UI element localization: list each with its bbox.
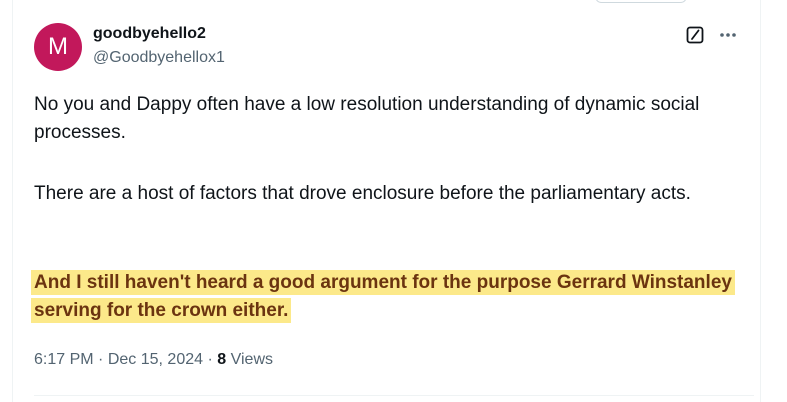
meta-separator: ·	[98, 351, 104, 368]
grok-icon[interactable]	[685, 25, 705, 45]
more-icon[interactable]	[717, 25, 739, 45]
views-label: Views	[230, 351, 273, 368]
meta-separator: ·	[207, 351, 213, 368]
tweet-paragraph-2: There are a host of factors that drove e…	[34, 183, 691, 204]
tweet-meta: 6:17 PM · Dec 15, 2024 · 8 Views	[34, 351, 273, 369]
tweet-paragraph-1: No you and Dappy often have a low resolu…	[34, 94, 700, 143]
display-name[interactable]: goodbyehello2	[93, 25, 206, 43]
avatar[interactable]: M	[34, 23, 82, 71]
views-count[interactable]: 8	[217, 351, 226, 368]
highlighted-text: And I still haven't heard a good argumen…	[31, 270, 735, 323]
header-button-edge[interactable]	[595, 0, 687, 3]
avatar-letter: M	[48, 33, 68, 60]
divider	[34, 395, 754, 396]
user-handle[interactable]: @Goodbyehellox1	[93, 49, 225, 67]
tweet-paragraph-3-block: And I still haven't heard a good argumen…	[31, 269, 754, 325]
tweet-date[interactable]: Dec 15, 2024	[108, 351, 203, 368]
tweet-time[interactable]: 6:17 PM	[34, 351, 94, 368]
